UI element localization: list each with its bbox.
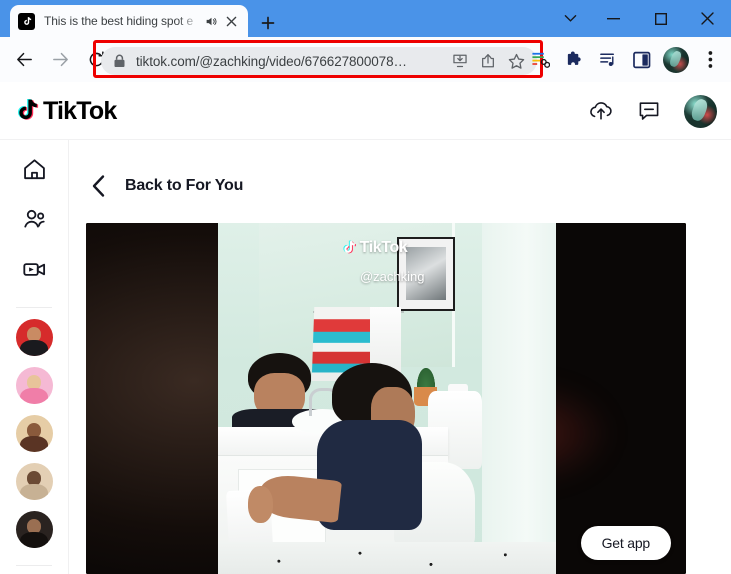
tiktok-note-icon [12, 96, 42, 126]
sidebar-avatar-3[interactable] [15, 415, 53, 452]
avatar-body [19, 484, 49, 500]
video-username: @zachking [359, 268, 425, 284]
back-to-for-you-link[interactable]: Back to For You [86, 173, 243, 199]
home-icon [22, 157, 47, 187]
avatar-body [19, 436, 49, 452]
tiktok-profile-avatar[interactable] [684, 94, 717, 128]
address-bar-highlight: tiktok.com/@zachking/video/676627800078… [93, 40, 543, 78]
sidebar-avatar-4[interactable] [15, 463, 53, 500]
get-app-button[interactable]: Get app [580, 526, 671, 560]
inbox-message-icon[interactable] [636, 98, 662, 124]
tab-close-icon[interactable] [223, 13, 240, 30]
side-panel-icon[interactable] [627, 45, 657, 75]
install-app-icon[interactable] [450, 51, 470, 71]
sidebar-item-live[interactable] [16, 254, 52, 290]
speaker-playing-icon[interactable] [203, 13, 220, 30]
window-controls [550, 0, 731, 37]
close-button[interactable] [684, 0, 731, 37]
tiktok-main-content: Back to For You TikTok @zachking Get app [69, 140, 731, 574]
tiktok-page: TikTok TikTok TikTok Back to For You Tik… [0, 82, 731, 574]
maximize-button[interactable] [637, 0, 684, 37]
sidebar-item-for-you[interactable] [16, 154, 52, 190]
extensions-puzzle-icon[interactable] [559, 45, 589, 75]
sidebar-avatar-1[interactable] [15, 319, 53, 356]
browser-window: This is the best hiding spot e tiktok.co… [0, 0, 731, 574]
browser-tab[interactable]: This is the best hiding spot e [10, 5, 248, 37]
reading-list-icon[interactable] [525, 45, 555, 75]
sidebar-avatar-5[interactable] [15, 511, 53, 548]
address-bar[interactable]: tiktok.com/@zachking/video/676627800078… [101, 47, 537, 75]
scene-floor [218, 542, 556, 574]
lock-icon[interactable] [112, 54, 127, 69]
video-watermark: TikTok [340, 239, 408, 257]
tiktok-logo[interactable]: TikTok [12, 95, 118, 127]
browser-titlebar: This is the best hiding spot e [0, 0, 731, 37]
sidebar-divider-bottom [16, 565, 52, 566]
media-playlist-icon[interactable] [593, 45, 623, 75]
sidebar-avatar-2[interactable] [15, 367, 53, 404]
upload-cloud-icon[interactable] [588, 98, 614, 124]
tiktok-wordmark: TikTok [42, 95, 118, 126]
video-player[interactable]: TikTok @zachking Get app [86, 223, 686, 574]
minimize-button[interactable] [590, 0, 637, 37]
tab-search-chevron-icon[interactable] [550, 0, 590, 37]
sidebar-item-following[interactable] [16, 204, 52, 240]
forward-arrow-icon[interactable] [45, 45, 75, 75]
tiktok-note-icon [340, 239, 358, 257]
tiktok-sidebar [0, 140, 69, 574]
avatar-body [19, 340, 49, 356]
avatar-body [19, 388, 49, 404]
three-dot-menu-icon[interactable] [695, 45, 725, 75]
chevron-left-icon [86, 173, 112, 199]
live-video-icon [22, 257, 47, 287]
tab-title: This is the best hiding spot e [44, 14, 194, 28]
url-text: tiktok.com/@zachking/video/676627800078… [136, 53, 407, 69]
tiktok-header: TikTok [0, 82, 731, 140]
share-icon[interactable] [478, 51, 498, 71]
back-arrow-icon[interactable] [9, 45, 39, 75]
video-frame: TikTok @zachking [218, 223, 556, 574]
people-icon [22, 207, 47, 237]
scene-wall-right [481, 223, 556, 574]
chrome-profile-avatar[interactable] [663, 46, 689, 73]
tiktok-favicon [18, 12, 35, 30]
video-watermark-text: TikTok [359, 238, 408, 256]
avatar-body [19, 532, 49, 548]
sidebar-divider-top [16, 307, 52, 308]
back-link-label: Back to For You [125, 177, 244, 194]
new-tab-button[interactable] [255, 10, 281, 36]
tiktok-header-actions [588, 82, 717, 140]
scene-hand [247, 485, 274, 524]
toolbar-right-icons [523, 37, 727, 82]
